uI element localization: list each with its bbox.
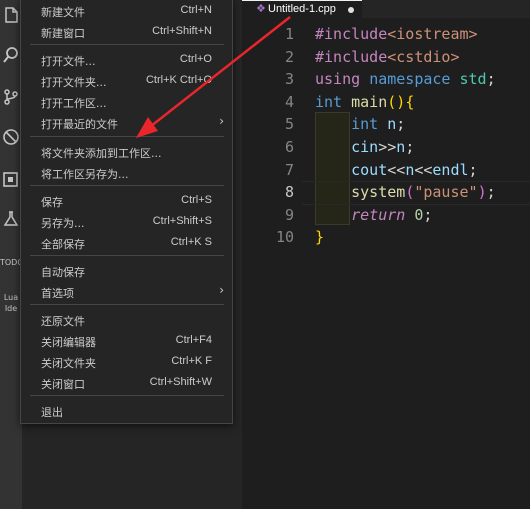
annotation-arrow xyxy=(136,16,291,138)
